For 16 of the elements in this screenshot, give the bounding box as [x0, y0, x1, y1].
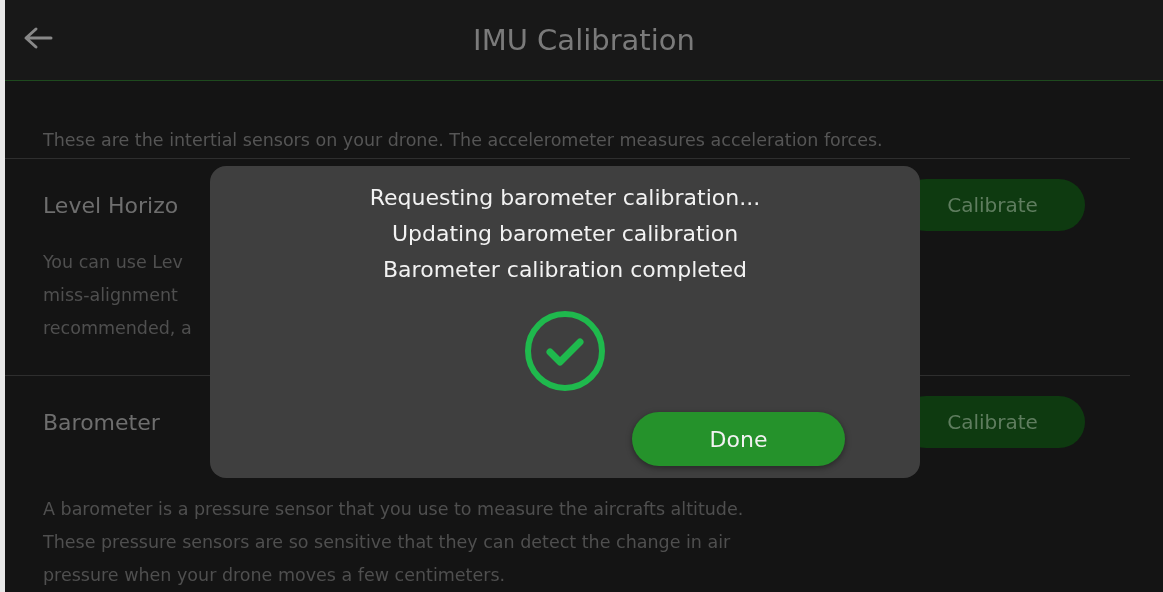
intro-text: These are the intertial sensors on your drone. The accelerometer measures acceleration forces.	[42, 129, 884, 152]
description-line: miss-alignment	[43, 284, 178, 307]
description-line: pressure when your drone moves a few centimeters.	[43, 564, 506, 587]
description-line: A barometer is a pressure sensor that you use to measure the aircrafts altitude.	[43, 498, 744, 521]
page-title: IMU Calibration	[473, 23, 695, 57]
description-line: You can use Lev	[43, 251, 183, 274]
description-line: These pressure sensors are so sensitive that they can detect the change in air	[43, 531, 731, 554]
done-button[interactable]: Done	[632, 412, 845, 466]
status-message: Updating barometer calibration	[391, 220, 739, 248]
check-circle-icon	[524, 310, 606, 392]
status-message: Requesting barometer calibration...	[369, 184, 761, 212]
description-line: recommended, a	[43, 317, 192, 340]
section-title: Level Horizo	[43, 192, 179, 218]
section-title: Barometer	[43, 409, 160, 435]
status-message: Barometer calibration completed	[383, 256, 747, 284]
back-arrow-icon	[23, 26, 53, 50]
